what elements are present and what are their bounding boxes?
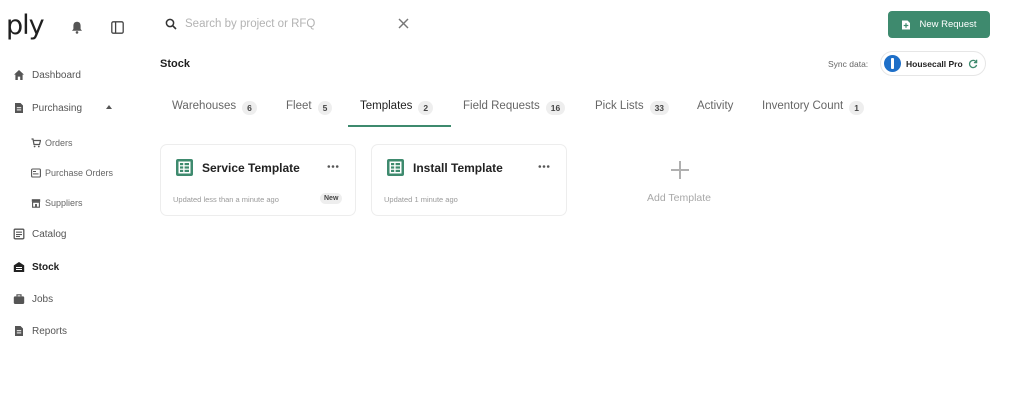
sidebar-item-orders[interactable]: Orders [31,135,73,151]
search-input[interactable] [185,18,385,30]
briefcase-icon [13,294,25,304]
template-card-install[interactable]: Install Template Updated 1 minute ago [371,144,567,216]
new-document-icon [902,20,911,29]
store-icon [31,199,41,208]
housecall-pro-logo [884,55,901,72]
tab-templates[interactable]: Templates 2 [360,100,434,124]
sync-integration-name: Housecall Pro [906,58,963,69]
home-icon [14,70,24,80]
purchase-order-icon [31,168,41,178]
warehouse-icon [13,262,25,272]
new-badge: New [320,193,343,204]
sidebar-item-label: Suppliers [45,198,83,208]
sync-label: Sync data: [828,59,869,69]
more-options-icon[interactable] [538,164,550,169]
sidebar-item-purchase-orders[interactable]: Purchase Orders [31,165,113,181]
template-title: Service Template [202,161,300,175]
count-badge: 6 [242,101,257,115]
tab-label: Warehouses [172,100,237,112]
tab-fleet[interactable]: Fleet 5 [286,100,333,124]
tab-label: Field Requests [463,100,540,112]
count-badge: 5 [317,101,333,115]
template-title: Install Template [413,161,503,175]
sidebar-item-label: Catalog [32,228,67,240]
template-icon [176,159,193,176]
add-template-label: Add Template [647,192,712,204]
count-badge: 2 [418,101,434,115]
sidebar-item-stock[interactable]: Stock [13,259,59,275]
app-logo[interactable]: ply [6,10,45,41]
sidebar-item-dashboard[interactable]: Dashboard [13,67,81,83]
updated-timestamp: Updated 1 minute ago [384,195,458,204]
tab-field-requests[interactable]: Field Requests 16 [463,100,566,124]
tab-activity[interactable]: Activity [697,100,733,124]
tab-label: Fleet [286,100,312,112]
search-bar [165,12,415,36]
sidebar-item-label: Stock [32,261,60,273]
sidebar-item-reports[interactable]: Reports [13,323,67,339]
sidebar-item-purchasing[interactable]: Purchasing [13,100,82,116]
tab-label: Pick Lists [595,100,644,112]
more-options-icon[interactable] [327,164,339,169]
add-template-button[interactable]: Add Template [640,158,722,210]
count-badge: 1 [849,101,864,115]
document-icon [15,103,23,113]
tab-warehouses[interactable]: Warehouses 6 [172,100,257,124]
count-badge: 33 [649,101,670,115]
catalog-icon [13,228,25,240]
tab-label: Templates [360,100,413,112]
updated-timestamp: Updated less than a minute ago [173,195,279,204]
sidebar-item-label: Purchasing [32,102,83,114]
sidebar-item-label: Purchase Orders [45,168,114,178]
tab-label: Inventory Count [762,100,844,112]
sidebar-toggle-icon[interactable] [111,21,124,34]
close-icon[interactable] [398,18,409,29]
cart-icon [31,138,41,148]
report-icon [15,326,23,336]
sidebar-item-label: Orders [45,138,73,148]
sidebar-item-suppliers[interactable]: Suppliers [31,195,83,211]
sidebar-item-label: Reports [32,325,68,337]
new-request-button[interactable]: New Request [888,11,990,38]
sync-integration-chip[interactable]: Housecall Pro [880,51,986,76]
plus-icon [671,161,689,179]
tab-label: Activity [697,100,734,112]
bell-icon[interactable] [71,21,83,34]
chevron-up-icon[interactable] [106,105,112,109]
new-request-label: New Request [919,19,977,30]
sidebar: ply Dashboard Purchasing Orders Purchase… [0,0,140,400]
tab-pick-lists[interactable]: Pick Lists 33 [595,100,670,124]
page-title: Stock [160,58,190,70]
count-badge: 16 [545,101,566,115]
sidebar-item-label: Dashboard [32,69,81,81]
template-card-service[interactable]: Service Template Updated less than a min… [160,144,356,216]
sidebar-item-label: Jobs [32,293,54,305]
refresh-icon[interactable] [968,59,978,69]
search-icon [165,18,177,30]
sidebar-item-jobs[interactable]: Jobs [13,291,53,307]
active-tab-indicator [348,125,451,127]
template-icon [387,159,404,176]
tab-inventory-count[interactable]: Inventory Count 1 [762,100,864,124]
sidebar-item-catalog[interactable]: Catalog [13,226,66,242]
